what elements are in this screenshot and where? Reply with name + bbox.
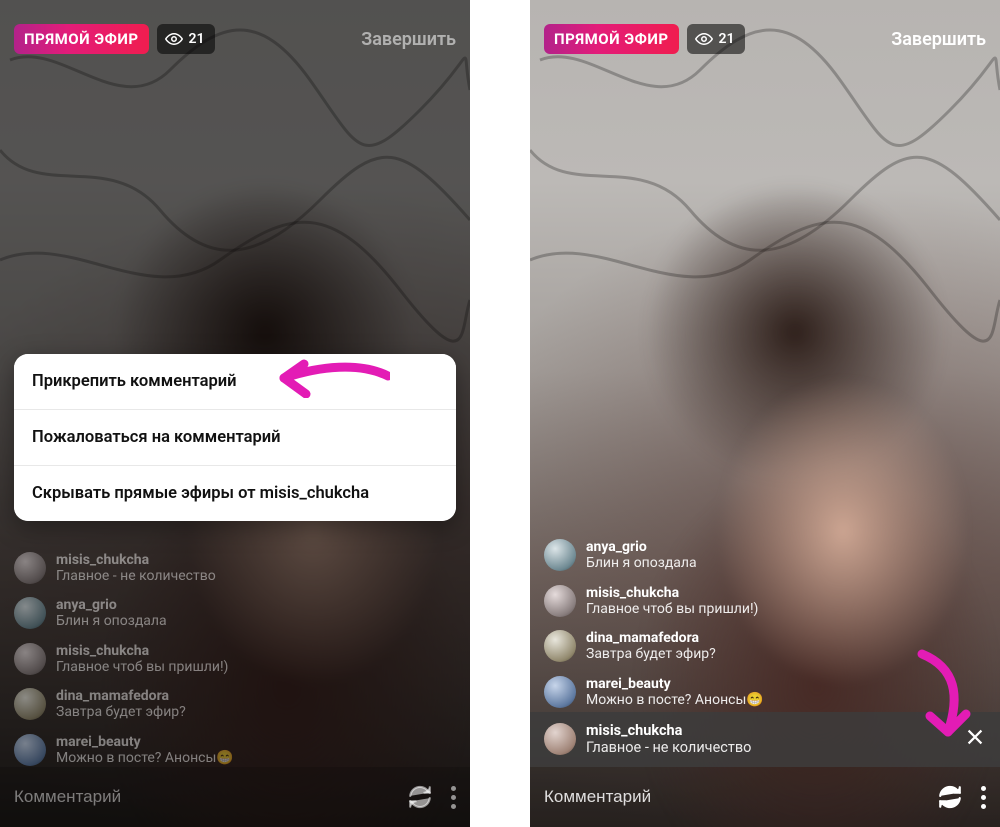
comment-text: Главное чтоб вы пришли!) xyxy=(586,601,758,619)
pinned-comment-username: misis_chukcha xyxy=(586,722,751,739)
comment-username: dina_mamafedora xyxy=(586,630,716,646)
switch-camera-icon[interactable] xyxy=(407,784,433,810)
avatar[interactable] xyxy=(14,552,46,584)
avatar[interactable] xyxy=(544,723,576,755)
comment-item[interactable]: misis_chukcha Главное чтоб вы пришли!) xyxy=(14,643,456,677)
avatar[interactable] xyxy=(14,597,46,629)
comment-input[interactable] xyxy=(544,787,919,807)
switch-camera-icon[interactable] xyxy=(937,784,963,810)
comment-text: Блин я опоздала xyxy=(586,555,697,573)
viewer-count-badge[interactable]: 21 xyxy=(157,24,215,54)
screenshot-right: ПРЯМОЙ ЭФИР 21 Завершить anya_grio Блин … xyxy=(530,0,1000,827)
comment-username: misis_chukcha xyxy=(56,552,216,568)
comment-username: dina_mamafedora xyxy=(56,688,186,704)
screenshot-left: ПРЯМОЙ ЭФИР 21 Завершить misis_chukcha Г… xyxy=(0,0,470,827)
avatar[interactable] xyxy=(544,630,576,662)
viewer-count: 21 xyxy=(189,31,205,47)
end-live-button[interactable]: Завершить xyxy=(891,29,986,50)
avatar[interactable] xyxy=(14,734,46,766)
comment-item[interactable]: dina_mamafedora Завтра будет эфир? xyxy=(14,688,456,722)
comment-item[interactable]: anya_grio Блин я опоздала xyxy=(544,539,986,573)
comment-username: misis_chukcha xyxy=(56,643,228,659)
comment-item[interactable]: anya_grio Блин я опоздала xyxy=(14,597,456,631)
avatar[interactable] xyxy=(14,688,46,720)
comment-input[interactable] xyxy=(14,787,389,807)
comment-item[interactable]: marei_beauty Можно в посте? Анонсы😁 xyxy=(14,734,456,768)
comment-text: Можно в посте? Анонсы😁 xyxy=(56,750,234,768)
comment-username: marei_beauty xyxy=(586,676,764,692)
eye-icon xyxy=(165,30,183,48)
comment-username: anya_grio xyxy=(586,539,697,555)
comment-username: anya_grio xyxy=(56,597,167,613)
more-options-icon[interactable] xyxy=(451,786,456,809)
topbar: ПРЯМОЙ ЭФИР 21 Завершить xyxy=(544,24,986,54)
avatar[interactable] xyxy=(544,539,576,571)
comment-text: Завтра будет эфир? xyxy=(586,646,716,664)
pinned-comment-text: Главное - не количество xyxy=(586,739,751,757)
viewer-count-badge[interactable]: 21 xyxy=(687,24,745,54)
avatar[interactable] xyxy=(14,643,46,675)
avatar[interactable] xyxy=(544,585,576,617)
hide-lives-option[interactable]: Скрывать прямые эфиры от misis_chukcha xyxy=(14,466,456,521)
comment-text: Завтра будет эфир? xyxy=(56,704,186,722)
more-options-icon[interactable] xyxy=(981,786,986,809)
eye-icon xyxy=(695,30,713,48)
comment-text: Можно в посте? Анонсы😁 xyxy=(586,692,764,710)
live-badge: ПРЯМОЙ ЭФИР xyxy=(544,24,679,54)
report-comment-option[interactable]: Пожаловаться на комментарий xyxy=(14,410,456,466)
comment-item[interactable]: misis_chukcha Главное чтоб вы пришли!) xyxy=(544,585,986,619)
comment-text: Главное - не количество xyxy=(56,568,216,586)
bottom-bar xyxy=(530,767,1000,827)
comment-text: Блин я опоздала xyxy=(56,613,167,631)
viewer-count: 21 xyxy=(719,31,735,47)
comments-list[interactable]: misis_chukcha Главное - не количество an… xyxy=(0,552,470,768)
comment-item[interactable]: misis_chukcha Главное - не количество xyxy=(14,552,456,586)
bottom-bar xyxy=(0,767,470,827)
topbar: ПРЯМОЙ ЭФИР 21 Завершить xyxy=(14,24,456,54)
comment-username: misis_chukcha xyxy=(586,585,758,601)
live-badge: ПРЯМОЙ ЭФИР xyxy=(14,24,149,54)
comment-text: Главное чтоб вы пришли!) xyxy=(56,659,228,677)
avatar[interactable] xyxy=(544,676,576,708)
end-live-button[interactable]: Завершить xyxy=(361,29,456,50)
instructional-arrow-icon xyxy=(908,648,972,744)
instructional-arrow-icon xyxy=(270,356,390,398)
comment-username: marei_beauty xyxy=(56,734,234,750)
